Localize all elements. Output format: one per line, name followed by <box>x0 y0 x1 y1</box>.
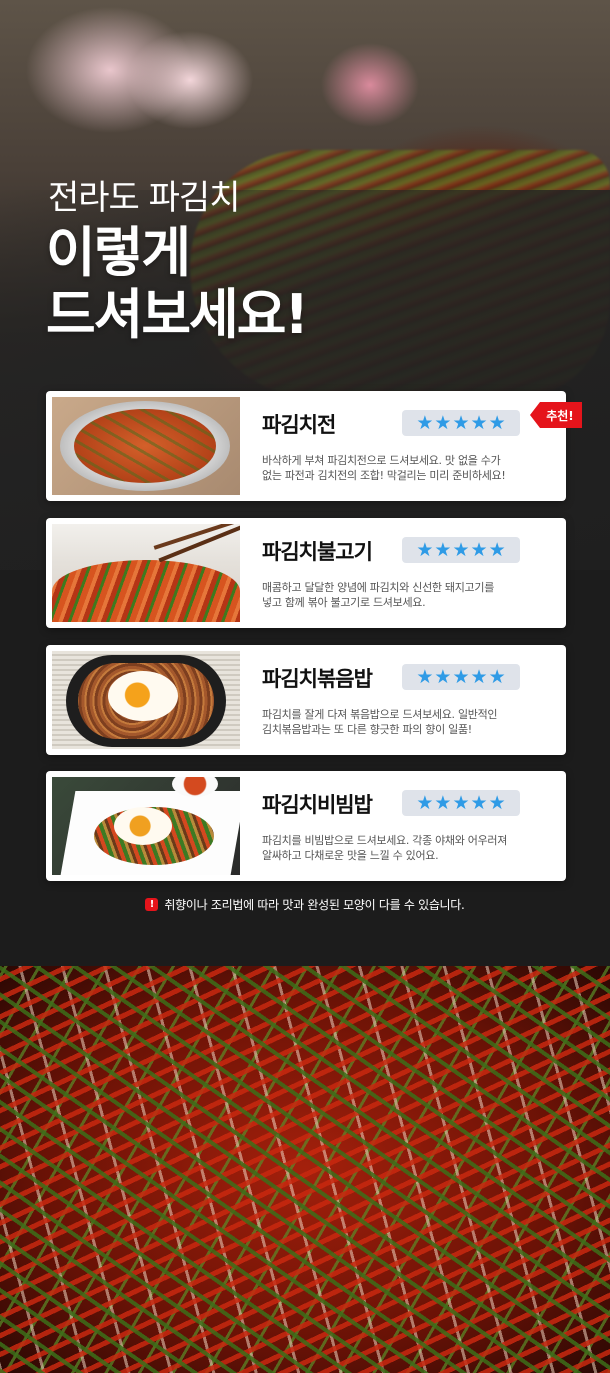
star-icon: ★ <box>488 539 506 561</box>
star-icon: ★ <box>488 666 506 688</box>
star-icon: ★ <box>488 792 506 814</box>
description-line: 넣고 함께 볶아 불고기로 드셔보세요. <box>262 596 426 609</box>
warning-icon: ! <box>145 897 159 911</box>
recipe-title: 파김치볶음밥 <box>262 667 373 691</box>
star-icon: ★ <box>452 412 470 434</box>
star-icon: ★ <box>434 792 452 814</box>
rating-stars: ★ ★ ★ ★ ★ <box>402 537 520 563</box>
recipe-title: 파김치비빔밥 <box>262 793 373 817</box>
disclaimer-text: 취향이나 조리법에 따라 맛과 완성된 모양이 다를 수 있습니다. <box>164 897 465 912</box>
rating-stars: ★ ★ ★ ★ ★ <box>402 410 520 436</box>
star-icon: ★ <box>470 666 488 688</box>
fried-rice-image <box>52 651 240 749</box>
pajeon-image <box>52 397 240 495</box>
star-icon: ★ <box>470 412 488 434</box>
star-icon: ★ <box>452 539 470 561</box>
description-line: 매콤하고 달달한 양념에 파김치와 신선한 돼지고기를 <box>262 581 495 594</box>
hero-title-line1: 이렇게 <box>46 221 191 284</box>
description-line: 파김치를 잘게 다져 볶음밥으로 드셔보세요. 일반적인 <box>262 708 498 721</box>
star-icon: ★ <box>434 539 452 561</box>
hero-subtitle: 전라도 파김치 <box>48 178 240 218</box>
bulgogi-image <box>52 524 240 622</box>
recipe-description: 파김치를 잘게 다져 볶음밥으로 드셔보세요. 일반적인 김치볶음밥과는 또 다… <box>262 707 558 737</box>
description-line: 없는 파전과 김치전의 조합! 막걸리는 미리 준비하세요! <box>262 469 506 482</box>
recipe-card-bibimbap[interactable]: 파김치비빔밥 ★ ★ ★ ★ ★ 파김치를 비빔밥으로 드셔보세요. 각종 야채… <box>46 771 566 881</box>
star-icon: ★ <box>416 412 434 434</box>
recipe-description: 바삭하게 부쳐 파김치전으로 드셔보세요. 맛 없을 수가 없는 파전과 김치전… <box>262 453 558 483</box>
star-icon: ★ <box>416 539 434 561</box>
rating-stars: ★ ★ ★ ★ ★ <box>402 790 520 816</box>
star-icon: ★ <box>434 666 452 688</box>
recipe-description: 매콤하고 달달한 양념에 파김치와 신선한 돼지고기를 넣고 함께 볶아 불고기… <box>262 580 558 610</box>
rating-stars: ★ ★ ★ ★ ★ <box>402 664 520 690</box>
description-line: 김치볶음밥과는 또 다른 향긋한 파의 향이 일품! <box>262 723 472 736</box>
star-icon: ★ <box>470 792 488 814</box>
star-icon: ★ <box>452 666 470 688</box>
recommend-badge: 추천! <box>530 402 582 428</box>
description-line: 파김치를 비빔밥으로 드셔보세요. 각종 야채와 어우러져 <box>262 834 508 847</box>
description-line: 알싸하고 다채로운 맛을 느낄 수 있어요. <box>262 849 439 862</box>
kimchi-closeup-photo <box>0 966 610 1373</box>
bibimbap-image <box>52 777 240 875</box>
recipe-card-bulgogi[interactable]: 파김치불고기 ★ ★ ★ ★ ★ 매콤하고 달달한 양념에 파김치와 신선한 돼… <box>46 518 566 628</box>
star-icon: ★ <box>452 792 470 814</box>
disclaimer-note: ! 취향이나 조리법에 따라 맛과 완성된 모양이 다를 수 있습니다. <box>0 894 610 914</box>
recipe-title: 파김치전 <box>262 413 336 437</box>
star-icon: ★ <box>416 666 434 688</box>
hero-title-line2: 드셔보세요! <box>46 283 309 346</box>
hero-title: 이렇게 드셔보세요! <box>46 221 309 346</box>
star-icon: ★ <box>470 539 488 561</box>
star-icon: ★ <box>434 412 452 434</box>
description-line: 바삭하게 부쳐 파김치전으로 드셔보세요. 맛 없을 수가 <box>262 454 501 467</box>
recipe-description: 파김치를 비빔밥으로 드셔보세요. 각종 야채와 어우러져 알싸하고 다채로운 … <box>262 833 558 863</box>
star-icon: ★ <box>416 792 434 814</box>
star-icon: ★ <box>488 412 506 434</box>
recipe-card-pajeon[interactable]: 파김치전 ★ ★ ★ ★ ★ 바삭하게 부쳐 파김치전으로 드셔보세요. 맛 없… <box>46 391 566 501</box>
recipe-title: 파김치불고기 <box>262 540 373 564</box>
recipe-card-fried-rice[interactable]: 파김치볶음밥 ★ ★ ★ ★ ★ 파김치를 잘게 다져 볶음밥으로 드셔보세요.… <box>46 645 566 755</box>
